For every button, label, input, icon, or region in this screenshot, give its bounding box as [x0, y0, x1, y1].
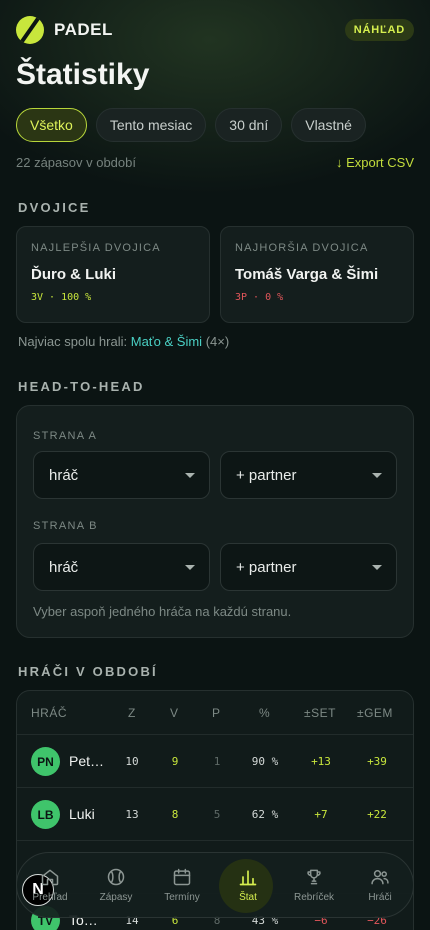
nav-label: Štat: [239, 892, 257, 903]
ball-icon: [107, 868, 125, 886]
home-icon: [41, 869, 59, 886]
statistics-screen: PADEL NÁHĽAD Štatistiky Všetko Tento mes…: [0, 0, 430, 930]
nav-label: Termíny: [164, 892, 200, 903]
worst-pair-caption: NAJHORŠIA DVOJICA: [235, 242, 369, 254]
cell-wins: 8: [171, 808, 179, 821]
period-filters: Všetko Tento mesiac 30 dní Vlastné: [16, 108, 366, 142]
best-pair-names: Ďuro & Luki: [31, 266, 116, 283]
side-b-player-value: hráč: [49, 558, 79, 576]
side-a-label: STRANA A: [33, 430, 98, 442]
side-a-player-select[interactable]: hráč: [33, 451, 210, 499]
preview-badge[interactable]: NÁHĽAD: [344, 19, 414, 41]
side-a-player-value: hráč: [49, 466, 79, 484]
table-header: HRÁČ Z V P % ±SET ±GEM: [17, 691, 413, 735]
nav-leaderboard[interactable]: Rebríček: [281, 853, 347, 917]
nav-schedule[interactable]: Termíny: [149, 853, 215, 917]
side-a-partner-value: + partner: [236, 466, 297, 484]
calendar-icon: [173, 868, 191, 886]
filter-custom[interactable]: Vlastné: [291, 108, 366, 142]
bottom-nav: Prehľad Zápasy Termíny Štat Rebríček Hrá…: [16, 852, 414, 918]
col-game-diff[interactable]: ±GEM: [357, 706, 393, 720]
col-percent[interactable]: %: [259, 706, 270, 720]
cell-matches: 13: [125, 808, 139, 821]
nav-label: Hráči: [368, 892, 392, 903]
col-player[interactable]: HRÁČ: [31, 706, 67, 720]
side-b-partner-select[interactable]: + partner: [220, 543, 397, 591]
nav-label: Zápasy: [99, 892, 133, 903]
side-b-label: STRANA B: [33, 520, 98, 532]
most-played-pair: Maťo & Šimi: [130, 334, 203, 349]
cell-game-diff: +22: [367, 808, 387, 821]
h2h-section-title: HEAD-TO-HEAD: [18, 379, 145, 394]
nav-label: Prehľad: [32, 892, 68, 903]
col-wins[interactable]: V: [170, 706, 179, 720]
cell-set-diff: +7: [314, 808, 328, 821]
best-pair-card: NAJLEPŠIA DVOJICA Ďuro & Luki 3V · 100 %: [16, 226, 210, 323]
padel-logo-icon: [16, 16, 44, 44]
filter-this-month[interactable]: Tento mesiac: [95, 108, 207, 142]
nav-matches[interactable]: Zápasy: [83, 853, 149, 917]
players-section-title: HRÁČI V OBDOBÍ: [18, 664, 158, 679]
chevron-down-icon: [185, 565, 195, 570]
avatar: LB: [31, 800, 60, 829]
trophy-icon: [307, 869, 321, 885]
player-name: Luki: [69, 806, 95, 822]
best-pair-stat: 3V · 100 %: [31, 292, 92, 303]
head-to-head-panel: STRANA A hráč + partner STRANA B hráč + …: [16, 405, 414, 638]
cell-set-diff: +13: [311, 755, 331, 768]
chevron-down-icon: [372, 565, 382, 570]
worst-pair-stat: 3P · 0 %: [235, 292, 284, 303]
match-count: 22 zápasov v období: [16, 155, 136, 170]
most-played-prefix: Najviac spolu hrali:: [18, 334, 128, 349]
table-row[interactable]: PN Pet… 10 9 1 90 % +13 +39: [17, 735, 413, 788]
most-played-together: Najviac spolu hrali: Maťo & Šimi (4×): [18, 334, 229, 349]
filter-all[interactable]: Všetko: [16, 108, 87, 142]
page-title: Štatistiky: [16, 58, 150, 91]
cell-losses: 5: [213, 808, 221, 821]
col-losses[interactable]: P: [212, 706, 221, 720]
player-name: Pet…: [69, 753, 105, 769]
nav-players[interactable]: Hráči: [347, 853, 413, 917]
export-csv-link[interactable]: ↓ Export CSV: [336, 155, 414, 170]
cell-game-diff: +39: [367, 755, 387, 768]
pairs-section-title: DVOJICE: [18, 200, 91, 215]
nav-label: Rebríček: [293, 892, 334, 903]
side-b-partner-value: + partner: [236, 558, 297, 576]
h2h-hint: Vyber aspoň jedného hráča na každú stran…: [33, 604, 292, 619]
col-matches[interactable]: Z: [128, 706, 136, 720]
avatar: PN: [31, 747, 60, 776]
top-bar: PADEL NÁHĽAD: [16, 14, 414, 46]
side-b-player-select[interactable]: hráč: [33, 543, 210, 591]
worst-pair-names: Tomáš Varga & Šimi: [235, 266, 379, 283]
most-played-count: (4×): [205, 334, 230, 349]
table-row[interactable]: LB Luki 13 8 5 62 % +7 +22: [17, 788, 413, 841]
cell-wins: 9: [171, 755, 179, 768]
users-icon: [371, 870, 389, 885]
cell-percent: 90 %: [251, 755, 279, 768]
cell-losses: 1: [213, 755, 221, 768]
brand-name: PADEL: [54, 20, 113, 39]
best-pair-caption: NAJLEPŠIA DVOJICA: [31, 242, 161, 254]
chevron-down-icon: [372, 473, 382, 478]
period-summary: 22 zápasov v období ↓ Export CSV: [16, 155, 414, 170]
bar-chart-icon: [239, 870, 257, 886]
worst-pair-card: NAJHORŠIA DVOJICA Tomáš Varga & Šimi 3P …: [220, 226, 414, 323]
filter-30-days[interactable]: 30 dní: [215, 108, 283, 142]
cell-percent: 62 %: [251, 808, 279, 821]
col-set-diff[interactable]: ±SET: [304, 706, 336, 720]
side-a-partner-select[interactable]: + partner: [220, 451, 397, 499]
chevron-down-icon: [185, 473, 195, 478]
pair-cards: NAJLEPŠIA DVOJICA Ďuro & Luki 3V · 100 %…: [16, 226, 414, 323]
nav-stats[interactable]: Štat: [215, 853, 281, 917]
cell-matches: 10: [125, 755, 139, 768]
